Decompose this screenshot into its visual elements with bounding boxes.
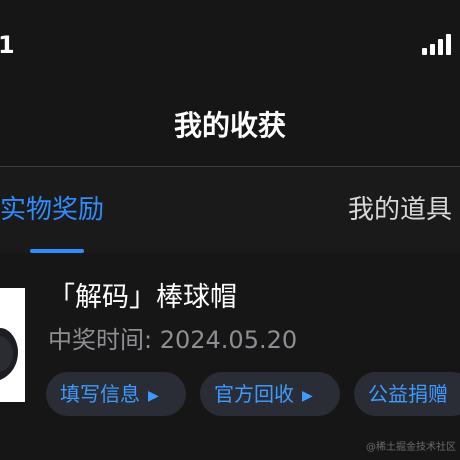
tab-my-items[interactable]: 我的道具 xyxy=(348,193,452,227)
fill-info-label: 填写信息 xyxy=(60,382,140,406)
product-thumbnail[interactable] xyxy=(0,288,25,402)
win-date: 中奖时间: 2024.05.20 xyxy=(48,326,298,354)
official-recycle-button[interactable]: 官方回收 ▶ xyxy=(200,372,340,416)
play-arrow-icon: ▶ xyxy=(148,388,159,404)
baseball-cap-image xyxy=(0,288,25,402)
navigation-bar: 我的收获 xyxy=(0,88,460,167)
charity-donation-label: 公益捐赠 xyxy=(368,382,448,406)
play-arrow-icon: ▶ xyxy=(302,388,313,404)
status-bar-time: 1 xyxy=(0,31,15,59)
charity-donation-button[interactable]: 公益捐赠 xyxy=(354,372,460,416)
tab-physical-rewards[interactable]: 实物奖励 xyxy=(0,193,104,227)
reward-name: 「解码」棒球帽 xyxy=(48,282,237,313)
watermark: @稀土掘金技术社区 xyxy=(366,442,456,453)
fill-info-button[interactable]: 填写信息 ▶ xyxy=(46,372,186,416)
reward-list: 「解码」棒球帽 中奖时间: 2024.05.20 填写信息 ▶ 官方回收 ▶ 公益捐… xyxy=(0,253,460,460)
page-title: 我的收获 xyxy=(173,109,286,142)
official-recycle-label: 官方回收 xyxy=(214,382,294,406)
rewards-screen: 1 我的收获 实物奖励 我的道具 「解码」棒球帽 中奖时间: 2024.05.2… xyxy=(0,0,460,460)
tab-bar: 实物奖励 我的道具 xyxy=(0,167,460,253)
signal-strength-icon xyxy=(422,34,451,55)
